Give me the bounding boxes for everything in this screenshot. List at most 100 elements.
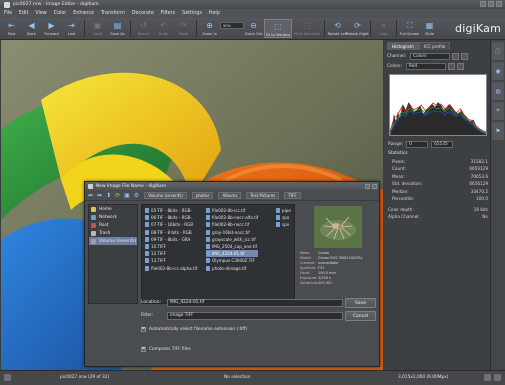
slide-button[interactable]: ▦ Slide bbox=[420, 19, 439, 36]
auto-extension-checkbox[interactable]: ✕ Automatically select filename extensio… bbox=[141, 327, 247, 332]
place-trash[interactable]: Trash bbox=[89, 229, 137, 237]
dialog-close-button[interactable] bbox=[372, 183, 377, 189]
full-screen-button[interactable]: ⛶ Full Screen bbox=[400, 19, 420, 36]
menu-settings[interactable]: Settings bbox=[182, 11, 202, 16]
breadcrumb-volume-sevenfs-[interactable]: Volume (sevenfs) bbox=[144, 191, 187, 199]
fit-to-selection-button[interactable]: ⬚ Fit to Selection bbox=[293, 19, 321, 36]
place-network[interactable]: Network bbox=[89, 213, 137, 221]
file-item[interactable]: spo bbox=[276, 221, 291, 228]
breadcrumb-tiff[interactable]: TIFF bbox=[284, 191, 301, 199]
breadcrumb-test-pictures[interactable]: Test Pictures bbox=[246, 191, 280, 199]
side-tab-properties[interactable]: ⓘ bbox=[492, 42, 504, 60]
file-item[interactable]: pipe bbox=[276, 207, 291, 214]
menu-filters[interactable]: Filters bbox=[161, 11, 175, 16]
save-button[interactable]: Save bbox=[345, 298, 376, 308]
status-settings-icon[interactable] bbox=[494, 374, 501, 381]
maximize-button[interactable] bbox=[488, 1, 494, 7]
file-item[interactable]: 12.TIFF bbox=[145, 250, 197, 257]
file-item[interactable]: 10.TIFF bbox=[145, 243, 197, 250]
file-item[interactable]: IMG_2504_cup_one.tif bbox=[206, 243, 258, 250]
reload-icon[interactable]: ⟳ bbox=[115, 192, 120, 199]
file-item[interactable]: 05-TIF - 8bits - RGB- bbox=[145, 207, 197, 214]
dialog-help-button[interactable] bbox=[365, 183, 370, 189]
file-item[interactable]: IMG_4224-01.tif bbox=[206, 250, 259, 258]
menu-file[interactable]: File bbox=[4, 11, 12, 16]
side-tab-colors[interactable]: ◍ bbox=[492, 82, 504, 100]
zoom-in-button[interactable]: ⊕ Zoom In bbox=[200, 19, 219, 36]
redo-button[interactable]: ↷ Redo bbox=[174, 19, 193, 36]
range-max-input[interactable]: 65535 bbox=[431, 140, 454, 148]
menu-edit[interactable]: Edit bbox=[19, 11, 28, 16]
file-icon bbox=[206, 229, 210, 235]
view-options-icon[interactable]: ⚙ bbox=[134, 192, 139, 199]
file-item[interactable]: 09-TIF - 8bits - GRA bbox=[145, 236, 197, 243]
zoom-out-button[interactable]: ⊖ Zoom Out bbox=[244, 19, 263, 36]
file-item[interactable]: 13.TIFF bbox=[145, 257, 197, 264]
full-image-icon[interactable] bbox=[447, 62, 455, 70]
tab-icc-profile[interactable]: ICC profile bbox=[418, 42, 451, 50]
log-scale-icon[interactable] bbox=[461, 52, 469, 60]
place-volume-sevenfs-[interactable]: Volume (sevenfs) bbox=[89, 237, 137, 245]
side-tab-tags[interactable]: ⚑ bbox=[492, 122, 504, 140]
file-item[interactable]: file002-8b-nocc-alfa.tif bbox=[206, 214, 258, 221]
stat-label: Percentile: bbox=[392, 195, 415, 201]
menu-enhance[interactable]: Enhance bbox=[73, 11, 94, 16]
back-button[interactable]: ◀ Back bbox=[22, 19, 41, 36]
compress-tiff-checkbox[interactable]: ✕ Compress TIFF files bbox=[141, 347, 191, 352]
menu-view[interactable]: View bbox=[35, 11, 46, 16]
crop-button[interactable]: ⌗ Crop bbox=[374, 19, 393, 36]
back-arrow-icon[interactable]: ⬅ bbox=[88, 192, 93, 199]
file-item[interactable]: 06-TIF - 8bits - RGB- bbox=[145, 214, 197, 221]
first-button[interactable]: ⇤ First bbox=[2, 19, 21, 36]
close-button[interactable] bbox=[496, 1, 502, 7]
rotate-right-button[interactable]: ⟳ Rotate Right bbox=[346, 19, 368, 36]
stat-label: Std. deviation: bbox=[392, 181, 423, 187]
tab-histogram[interactable]: Histogram bbox=[387, 42, 419, 50]
minimize-button[interactable] bbox=[480, 1, 486, 7]
cancel-button[interactable]: Cancel bbox=[345, 311, 376, 321]
file-item[interactable]: photo-dimage.tif bbox=[206, 265, 258, 272]
menu-decorate[interactable]: Decorate bbox=[132, 11, 154, 16]
file-item[interactable]: file002-8b-icc.tif bbox=[206, 207, 258, 214]
menu-help[interactable]: Help bbox=[209, 11, 220, 16]
file-item[interactable]: grayscale_with_icc.tif bbox=[206, 236, 258, 243]
channel-select[interactable]: Colors bbox=[410, 52, 451, 60]
range-min-input[interactable]: 0 bbox=[406, 140, 429, 148]
new-folder-icon[interactable]: ▣ bbox=[124, 192, 130, 199]
file-item[interactable]: file002-8b-nocc.tif bbox=[206, 221, 258, 228]
file-item[interactable]: spo bbox=[276, 214, 291, 221]
revert-button[interactable]: ↺ Revert bbox=[134, 19, 153, 36]
linear-scale-icon[interactable] bbox=[452, 52, 460, 60]
filter-select[interactable]: image TIFF bbox=[167, 311, 343, 320]
side-tab-metadata[interactable]: ◉ bbox=[492, 62, 504, 80]
menu-transform[interactable]: Transform bbox=[101, 11, 125, 16]
file-item[interactable]: gray-16bit-nocc.tif bbox=[206, 229, 258, 236]
file-item[interactable]: 07-TIF - 16bits - RGB bbox=[145, 221, 197, 228]
zoom-level-select[interactable]: 50% bbox=[220, 22, 244, 29]
colors-select[interactable]: Red bbox=[405, 62, 446, 70]
save-button[interactable]: ▣ Save bbox=[88, 19, 107, 36]
status-zoom-icon[interactable] bbox=[4, 374, 11, 381]
stat-value: 70653.6 bbox=[470, 173, 488, 179]
undo-button[interactable]: ↶ Undo bbox=[154, 19, 173, 36]
place-root[interactable]: Root bbox=[89, 221, 137, 229]
file-item[interactable]: Olympus C3000Z.TIF bbox=[206, 257, 258, 264]
menu-color[interactable]: Color bbox=[54, 11, 67, 16]
status-sidebar-icon[interactable] bbox=[484, 374, 491, 381]
file-item[interactable]: file002-8b-icc-alpha.tif bbox=[145, 265, 197, 272]
breadcrumb-photos[interactable]: photos bbox=[191, 191, 214, 199]
selection-only-icon[interactable] bbox=[456, 62, 464, 70]
last-button[interactable]: ⇥ Last bbox=[62, 19, 81, 36]
file-item[interactable]: 08-TIF - 8 bits - RGB bbox=[145, 229, 197, 236]
stat-value: 33470.2 bbox=[470, 188, 488, 194]
save-as-button[interactable]: ▤ Save As bbox=[108, 19, 127, 36]
up-arrow-icon[interactable]: ⬆ bbox=[106, 192, 111, 199]
breadcrumb-albums[interactable]: Albums bbox=[218, 191, 242, 199]
fit-to-window-button[interactable]: ⬚ Fit to Window bbox=[264, 19, 292, 38]
place-home[interactable]: Home bbox=[89, 205, 137, 213]
rotate-left-button[interactable]: ⟲ Rotate Left bbox=[328, 19, 348, 36]
forward-button[interactable]: ▶ Forward bbox=[42, 19, 61, 36]
forward-arrow-icon[interactable]: ➡ bbox=[97, 192, 102, 199]
side-tab-geolocation[interactable]: ⌖ bbox=[492, 102, 504, 120]
location-input[interactable]: IMG_4224-01.tif bbox=[167, 298, 343, 307]
